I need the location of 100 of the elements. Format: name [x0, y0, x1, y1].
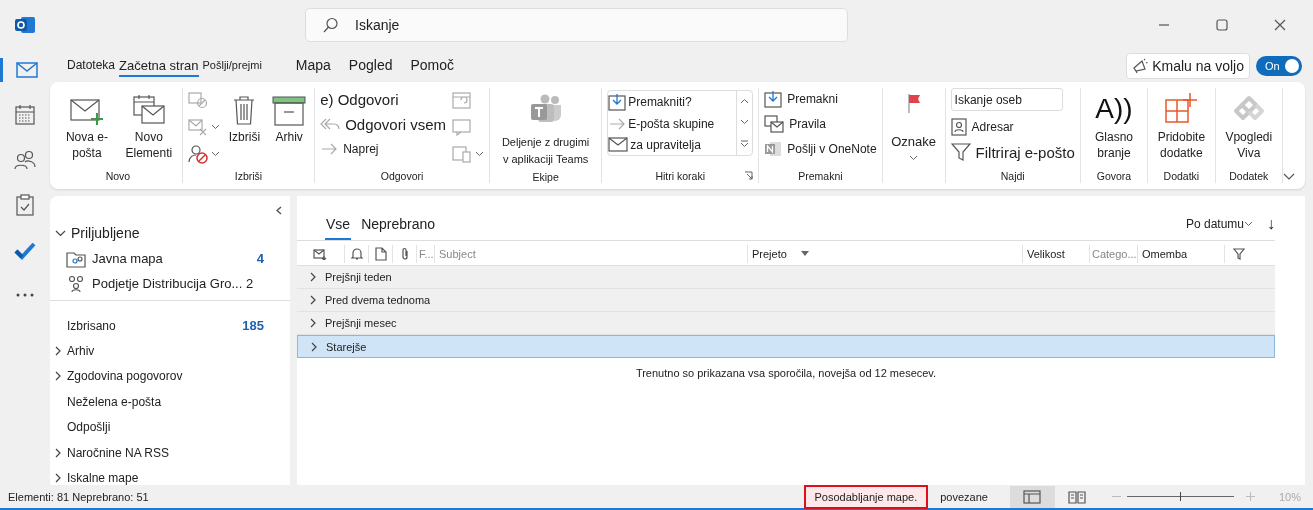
ribbon-button[interactable]: Oznake: [887, 88, 940, 163]
menu-tab[interactable]: Mapa: [295, 55, 331, 77]
filter-tab[interactable]: Neprebrano: [360, 216, 437, 240]
search-field[interactable]: Iskanje: [305, 8, 848, 42]
folder-name[interactable]: Javna mapa: [90, 251, 163, 266]
address-book-icon: [950, 118, 967, 136]
column-header[interactable]: Catego...: [1092, 247, 1137, 260]
ribbon-button[interactable]: Novo Elementi: [120, 88, 177, 164]
forward-icon: [608, 116, 627, 132]
ribbon-button[interactable]: Filtriraj e-pošto: [950, 141, 1075, 163]
menu-tab[interactable]: Pošlji/prejmi: [202, 57, 262, 75]
menu-tab[interactable]: Pomoč: [410, 55, 455, 77]
notebook-icon: [764, 140, 783, 158]
dialog-launcher-icon[interactable]: [744, 171, 754, 181]
folder-name[interactable]: Podjetje Distribucija Gro... 2: [90, 276, 254, 291]
ribbon-button[interactable]: Deljenje z drugimi v aplikaciji Teams: [495, 88, 597, 171]
ribbon-button[interactable]: Pošlji v OneNote: [764, 138, 877, 160]
people-search-field[interactable]: Iskanje oseb: [950, 88, 1063, 111]
chevron-down-icon: [1244, 221, 1253, 227]
ribbon-button[interactable]: Izbriši: [225, 88, 264, 148]
folder-item[interactable]: Iskalne mape: [50, 465, 290, 485]
quick-step[interactable]: E-pošta skupine: [608, 116, 737, 132]
normal-view-icon: [1023, 488, 1042, 505]
people-icon[interactable]: [13, 148, 37, 172]
ribbon-button[interactable]: Naprej: [320, 138, 446, 160]
column-header[interactable]: Prejeto: [752, 247, 809, 260]
ribbon-button[interactable]: Arhiv: [269, 88, 310, 148]
menu-tab[interactable]: Začetna stran: [119, 55, 199, 77]
sort-button[interactable]: Po datumu: [1185, 217, 1253, 231]
scroll-up-icon[interactable]: [740, 98, 750, 105]
chevron-right-icon: [55, 473, 61, 484]
ribbon-button[interactable]: e) Odgovori: [320, 88, 446, 110]
ribbon-button[interactable]: Odgovori vsem: [320, 113, 446, 135]
folder-item[interactable]: Odpošlji: [50, 414, 290, 440]
info-text: Trenutno so prikazana vsa sporočila, novejša od 12 mesecev.: [634, 366, 938, 379]
ribbon-button[interactable]: Pravila: [764, 113, 877, 135]
read-aloud-icon: A)): [1095, 92, 1133, 126]
toggle-switch[interactable]: On: [1256, 56, 1302, 76]
close-icon[interactable]: [1274, 19, 1286, 31]
status-text: Elementi: 81 Neprebrano: 51: [8, 490, 149, 503]
ribbon-button[interactable]: Adresar: [950, 116, 1075, 138]
mail-block-icon: [187, 91, 208, 109]
folder-item[interactable]: Neželena e-pošta: [50, 389, 290, 415]
filter-icon: [950, 142, 971, 162]
group-row[interactable]: Prejšnji mesec: [297, 312, 1275, 335]
folder-people-icon: [66, 249, 86, 268]
unread-count: 185: [242, 318, 264, 334]
group-row[interactable]: Starejše: [297, 335, 1275, 358]
chevron-down-icon[interactable]: [1283, 173, 1295, 181]
group-label: Govora: [1096, 170, 1132, 183]
quick-step[interactable]: za upravitelja: [608, 136, 737, 153]
chevron-down-icon: [475, 151, 484, 157]
group-row[interactable]: Pred dvema tednoma: [297, 289, 1275, 312]
ribbon-button[interactable]: A)) Glasno branje: [1085, 88, 1143, 164]
quick-step[interactable]: Premakniti?: [608, 93, 737, 112]
reply-all-icon: [320, 116, 341, 132]
maximize-icon[interactable]: [1216, 19, 1228, 31]
chevron-down-icon: [909, 155, 919, 161]
message-reply-icon: [452, 118, 472, 136]
folder-item[interactable]: Izbrisano 185: [50, 313, 290, 339]
collapse-pane-icon[interactable]: [276, 206, 282, 215]
view-button[interactable]: [1009, 485, 1055, 508]
archive-box-icon: [272, 96, 307, 126]
folder-mail-icon: [764, 115, 785, 133]
chevron-right-icon: [55, 371, 61, 382]
ribbon-button[interactable]: Vpogledi Viva: [1220, 88, 1277, 164]
folder-item[interactable]: Naročnine NA RSS: [50, 439, 290, 466]
group-row[interactable]: Prejšnji teden: [297, 266, 1275, 289]
folder-group-header[interactable]: Priljubljene: [50, 220, 290, 246]
column-header[interactable]: F...: [419, 247, 434, 260]
sort-direction-button[interactable]: ↓: [1267, 215, 1275, 233]
paperclip-icon: [399, 246, 410, 261]
calendar-phone-icon: [452, 145, 472, 163]
chevron-right-icon: [310, 272, 316, 282]
calendar-icon[interactable]: [13, 103, 37, 127]
menu-tab[interactable]: Pogled: [348, 55, 393, 77]
expand-gallery-icon[interactable]: [740, 139, 750, 148]
filter-tab[interactable]: Vse: [325, 216, 352, 240]
chevron-right-icon: [311, 341, 317, 352]
chevron-right-icon: [310, 318, 316, 328]
envelope-sort-icon: [313, 247, 327, 260]
ribbon-icon-button[interactable]: [187, 142, 220, 166]
menu-tab[interactable]: Datoteka: [67, 56, 116, 76]
ribbon-button[interactable]: Nova e-pošta: [59, 88, 115, 164]
ribbon-button[interactable]: Pridobite dodatke: [1153, 88, 1210, 164]
coming-soon-button[interactable]: Kmalu na voljo: [1126, 53, 1250, 79]
folder-item[interactable]: Zgodovina pogovorov: [50, 363, 290, 390]
column-header[interactable]: Velikost: [1027, 247, 1065, 260]
clipboard-check-icon[interactable]: [13, 193, 37, 217]
column-header[interactable]: Subject: [439, 247, 476, 260]
ribbon-button[interactable]: Premakni: [764, 88, 877, 110]
outlook-logo-icon: [14, 14, 36, 36]
filter-icon[interactable]: [1233, 247, 1245, 260]
mail-icon: [608, 136, 629, 153]
scroll-down-icon[interactable]: [740, 119, 750, 125]
folder-item[interactable]: Arhiv: [50, 338, 290, 364]
group-label: Odgovori: [380, 170, 424, 183]
column-header[interactable]: Omemba: [1142, 247, 1188, 260]
group-label: Dodatki: [1163, 170, 1200, 183]
zoom-level: 10%: [1278, 490, 1301, 503]
